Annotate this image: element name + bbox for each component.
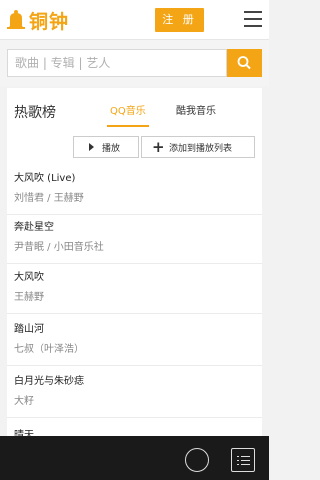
player-bar <box>0 436 269 480</box>
list-item[interactable]: 白月光与朱砂痣 大籽 <box>7 370 262 418</box>
register-button[interactable]: 注 册 <box>155 8 204 32</box>
page-title: 热歌榜 <box>14 105 56 121</box>
circle-play-icon[interactable] <box>185 448 209 472</box>
search-icon <box>237 56 251 70</box>
play-icon <box>89 143 94 151</box>
menu-icon[interactable] <box>244 11 262 27</box>
search-button[interactable] <box>227 49 262 77</box>
song-title: 奔赴星空 <box>14 222 54 233</box>
logo[interactable]: 铜钟 <box>6 6 69 34</box>
play-button-label: 播放 <box>102 144 121 154</box>
play-button[interactable]: 播放 <box>73 136 139 158</box>
add-to-playlist-button[interactable]: + 添加到播放列表 <box>141 136 255 158</box>
song-title: 白月光与朱砂痣 <box>14 376 84 387</box>
song-artist[interactable]: 王赫野 <box>14 288 44 303</box>
tab-kuwo-music[interactable]: 酷我音乐 <box>176 102 216 117</box>
song-artist[interactable]: 大籽 <box>14 392 34 407</box>
song-artist[interactable]: 刘惜君 / 王赫野 <box>14 189 84 204</box>
playlist-icon[interactable] <box>231 448 255 472</box>
song-artist[interactable]: 七叔（叶泽浩） <box>14 340 84 355</box>
search-bar <box>0 40 269 86</box>
active-tab-underline <box>107 125 149 127</box>
song-title: 大风吹 <box>14 272 44 283</box>
logo-text: 铜钟 <box>29 10 70 33</box>
search-input[interactable] <box>7 49 227 77</box>
song-title: 踏山河 <box>14 324 44 335</box>
song-title: 大风吹 (Live) <box>14 173 76 184</box>
tab-qq-music[interactable]: QQ音乐 <box>110 102 146 117</box>
plus-icon: + <box>152 138 165 156</box>
list-item[interactable]: 奔赴星空 尹昔眠 / 小田音乐社 <box>7 216 262 264</box>
bell-logo-icon <box>6 9 26 31</box>
add-to-playlist-label: 添加到播放列表 <box>169 144 233 154</box>
list-item[interactable]: 大风吹 王赫野 <box>7 266 262 314</box>
header: 铜钟 注 册 <box>0 0 269 40</box>
list-item[interactable]: 踏山河 七叔（叶泽浩） <box>7 318 262 366</box>
list-item[interactable]: 大风吹 (Live) 刘惜君 / 王赫野 <box>7 167 262 215</box>
chart-panel: 热歌榜 QQ音乐 酷我音乐 播放 + 添加到播放列表 大风吹 (Live) 刘惜… <box>7 88 262 448</box>
song-artist[interactable]: 尹昔眠 / 小田音乐社 <box>14 238 104 253</box>
